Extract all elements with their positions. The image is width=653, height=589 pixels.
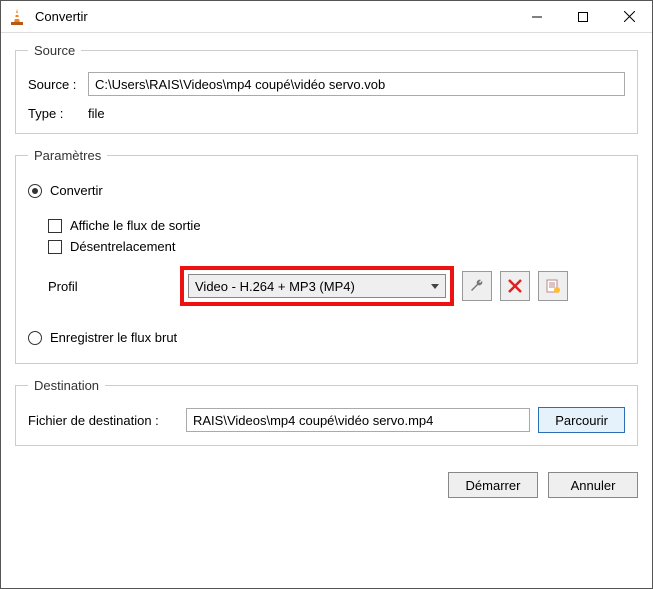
cancel-button[interactable]: Annuler (548, 472, 638, 498)
dialog-footer: Démarrer Annuler (1, 472, 652, 508)
destination-file-input[interactable] (186, 408, 530, 432)
profile-label: Profil (48, 279, 172, 294)
profile-combobox[interactable]: Video - H.264 + MP3 (MP4) (188, 274, 446, 298)
maximize-icon (578, 12, 588, 22)
checkbox-deinterlace[interactable]: Désentrelacement (48, 239, 625, 254)
checkbox-show-output[interactable]: Affiche le flux de sortie (48, 218, 625, 233)
close-icon (624, 11, 635, 22)
new-profile-button[interactable] (538, 271, 568, 301)
radio-dump-raw-label: Enregistrer le flux brut (50, 330, 177, 345)
close-button[interactable] (606, 1, 652, 32)
vlc-cone-icon (7, 7, 27, 27)
chevron-down-icon (431, 284, 439, 289)
profile-highlight: Video - H.264 + MP3 (MP4) (180, 266, 454, 306)
params-legend: Paramètres (28, 148, 107, 163)
destination-file-label: Fichier de destination : (28, 413, 178, 428)
type-label: Type : (28, 106, 88, 121)
profile-value: Video - H.264 + MP3 (MP4) (195, 279, 355, 294)
window-title: Convertir (35, 9, 88, 24)
radio-dump-raw[interactable]: Enregistrer le flux brut (28, 330, 625, 345)
new-document-icon (545, 278, 561, 294)
params-group: Paramètres Convertir Affiche le flux de … (15, 148, 638, 364)
browse-button[interactable]: Parcourir (538, 407, 625, 433)
radio-convert-label: Convertir (50, 183, 103, 198)
type-value: file (88, 106, 105, 121)
delete-profile-button[interactable] (500, 271, 530, 301)
checkbox-show-output-label: Affiche le flux de sortie (70, 218, 201, 233)
edit-profile-button[interactable] (462, 271, 492, 301)
minimize-icon (532, 12, 542, 22)
source-legend: Source (28, 43, 81, 58)
minimize-button[interactable] (514, 1, 560, 32)
source-label: Source : (28, 77, 88, 92)
destination-group: Destination Fichier de destination : Par… (15, 378, 638, 446)
wrench-icon (469, 278, 485, 294)
radio-convert[interactable]: Convertir (28, 183, 625, 198)
x-icon (508, 279, 522, 293)
source-group: Source Source : Type : file (15, 43, 638, 134)
checkbox-icon (48, 240, 62, 254)
titlebar: Convertir (1, 1, 652, 33)
checkbox-icon (48, 219, 62, 233)
source-input[interactable] (88, 72, 625, 96)
checkbox-deinterlace-label: Désentrelacement (70, 239, 176, 254)
radio-icon (28, 331, 42, 345)
start-button[interactable]: Démarrer (448, 472, 538, 498)
maximize-button[interactable] (560, 1, 606, 32)
radio-icon (28, 184, 42, 198)
destination-legend: Destination (28, 378, 105, 393)
